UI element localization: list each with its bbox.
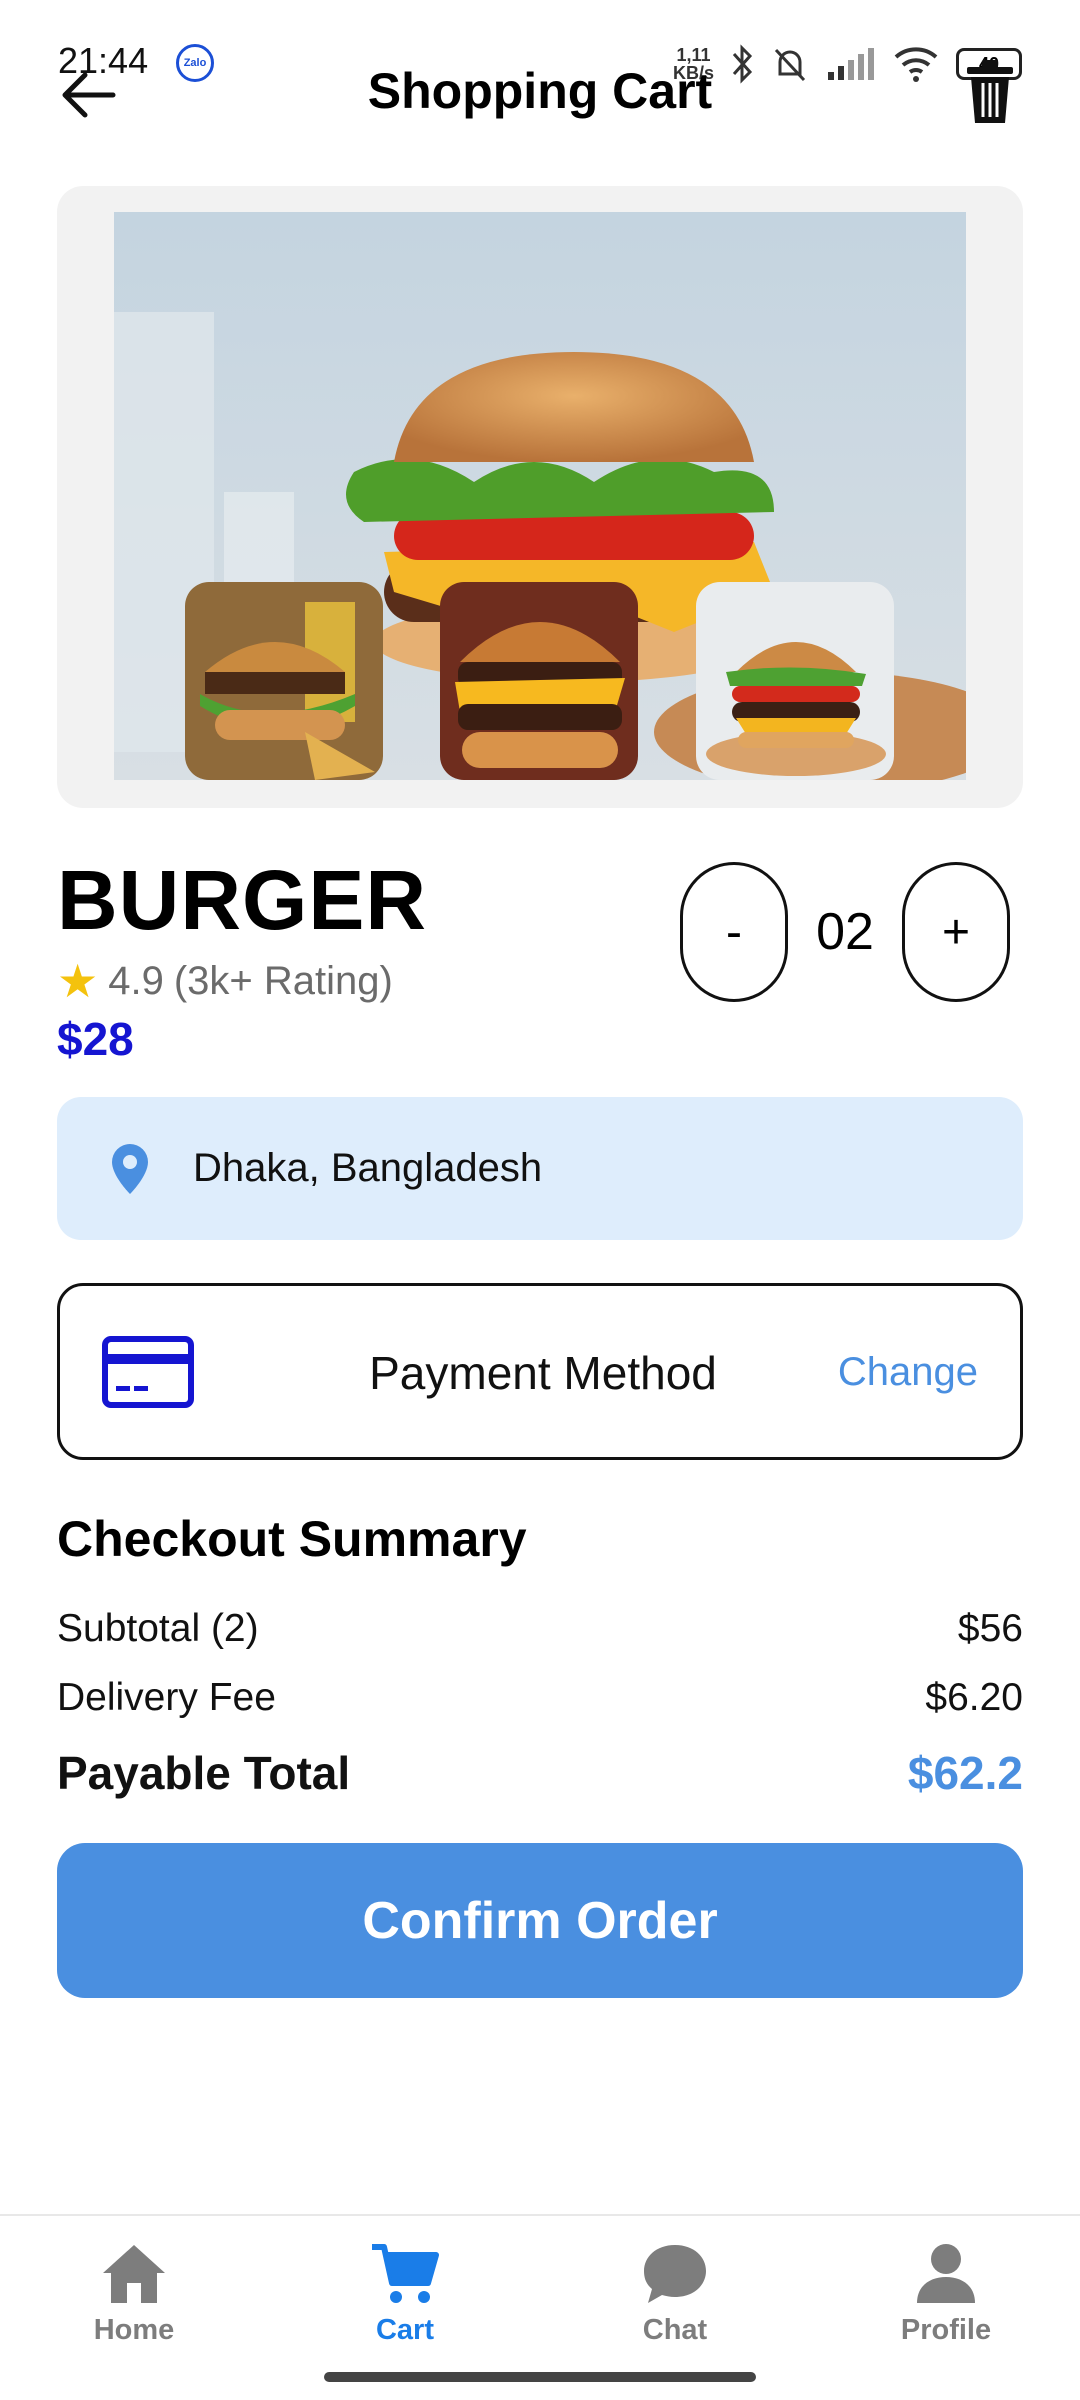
chat-icon: [635, 2238, 715, 2308]
payment-method-card[interactable]: Payment Method Change: [57, 1283, 1023, 1460]
thumbnail-1[interactable]: [185, 582, 383, 780]
subtotal-row: Subtotal (2) $56: [57, 1607, 1023, 1651]
map-pin-icon: [105, 1139, 155, 1199]
delivery-fee-label: Delivery Fee: [57, 1676, 276, 1719]
product-name: BURGER: [57, 853, 428, 947]
delivery-fee-row: Delivery Fee $6.20: [57, 1676, 1023, 1720]
nav-label-profile: Profile: [900, 2314, 992, 2346]
increment-button[interactable]: +: [902, 862, 1010, 1002]
change-payment-link[interactable]: Change: [838, 1350, 978, 1395]
trash-icon: [967, 60, 1013, 123]
nav-label-home: Home: [93, 2314, 175, 2346]
location-text: Dhaka, Bangladesh: [193, 1146, 543, 1190]
home-icon: [94, 2238, 174, 2308]
page-title: Shopping Cart: [367, 63, 713, 119]
star-icon: ★: [57, 955, 99, 1007]
payable-total-label: Payable Total: [57, 1747, 351, 1799]
subtotal-value: $56: [957, 1607, 1023, 1650]
delete-button[interactable]: [955, 52, 1025, 132]
nav-label-cart: Cart: [375, 2314, 434, 2346]
profile-icon: [906, 2238, 986, 2308]
delivery-location[interactable]: Dhaka, Bangladesh: [57, 1097, 1023, 1240]
product-rating: ★ 4.9 (3k+ Rating): [57, 954, 393, 1008]
nav-item-home[interactable]: Home: [34, 2238, 234, 2347]
payable-total-value: $62.2: [907, 1747, 1023, 1799]
rating-value: 4.9: [108, 958, 164, 1003]
nav-item-cart[interactable]: Cart: [305, 2238, 505, 2347]
thumbnail-3[interactable]: [696, 582, 894, 780]
decrement-button[interactable]: -: [680, 862, 788, 1002]
quantity-value: 02: [816, 903, 874, 961]
nav-item-chat[interactable]: Chat: [575, 2238, 775, 2347]
home-indicator[interactable]: [324, 2372, 756, 2382]
confirm-order-button[interactable]: Confirm Order: [57, 1843, 1023, 1998]
cart-icon: [365, 2238, 445, 2308]
nav-item-profile[interactable]: Profile: [846, 2238, 1046, 2347]
nav-label-chat: Chat: [642, 2314, 708, 2346]
thumbnail-2[interactable]: [440, 582, 638, 780]
checkout-summary-title: Checkout Summary: [57, 1511, 527, 1567]
product-price: $28: [57, 1013, 134, 1065]
payable-total-row: Payable Total $62.2: [57, 1746, 1023, 1800]
rating-count: (3k+ Rating): [173, 958, 393, 1003]
delivery-fee-value: $6.20: [925, 1676, 1023, 1719]
subtotal-label: Subtotal (2): [57, 1607, 259, 1650]
